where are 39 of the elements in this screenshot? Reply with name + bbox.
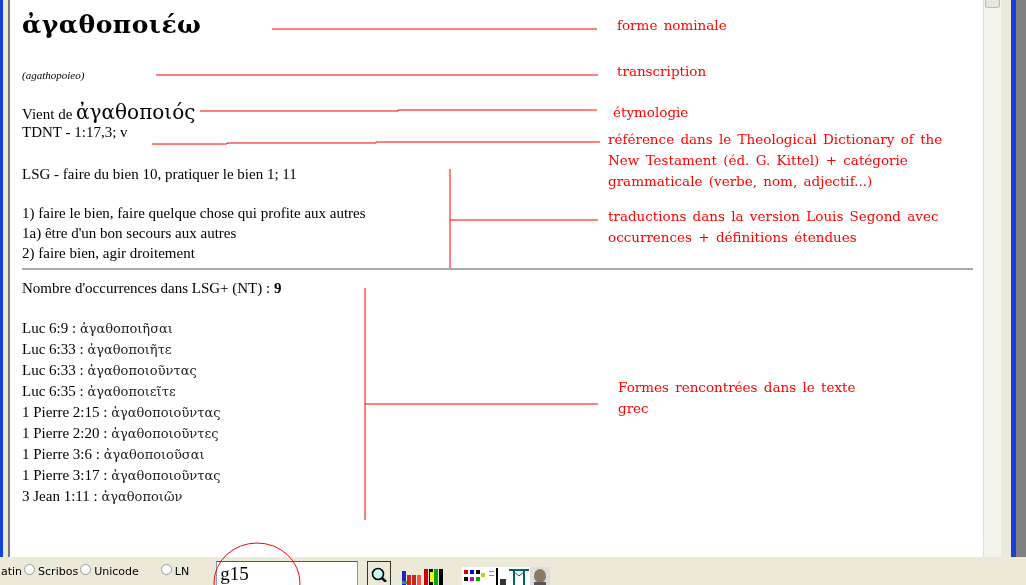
search-icon (370, 566, 389, 582)
search-button[interactable] (367, 561, 392, 585)
definition-text: 1a) être d'un bon secours aux autres (22, 224, 237, 243)
occurrence-line: Luc 6:33 : ἀγαθοποιοῦντας (22, 361, 197, 380)
annotation-text: étymologie (613, 103, 690, 122)
definition-text: 2) faire bien, agir droitement (22, 244, 195, 263)
lsg-translation: LSG - faire du bien 10, pratiquer le bien 1; 11 (22, 165, 297, 184)
etymology-text: Vient de ἀγαθοποιός (22, 100, 196, 122)
transcription-text: (agathopoieo) (22, 69, 85, 83)
radio-label[interactable]: LN (174, 565, 190, 578)
radio-label[interactable]: Unicode (94, 565, 139, 578)
occurrence-line: 1 Pierre 3:17 : ἀγαθοποιοῦντας (22, 466, 221, 485)
table-icon[interactable] (508, 567, 531, 585)
headword: ἀγαθοποιέω (22, 9, 202, 41)
annotation-text: Formes rencontrées dans le texte grec (618, 378, 857, 418)
search-field[interactable]: g15 (216, 561, 359, 585)
radio-label[interactable]: atin (1, 565, 23, 578)
occurrence-line: 1 Pierre 2:20 : ἀγαθοποιοῦντες (22, 424, 219, 443)
radio-button[interactable] (80, 564, 92, 575)
occurrence-line: 3 Jean 1:11 : ἀγαθοποιῶν (22, 487, 183, 506)
occurrence-line: 1 Pierre 2:15 : ἀγαθοποιοῦντας (22, 403, 221, 422)
annotation-text: référence dans le Theological Dictionary of the New Testament (éd. G. Kittel) + catégorie grammaticale (verbe, nom, adjectif...) (608, 130, 944, 191)
books-icon[interactable] (423, 567, 446, 585)
radio-button[interactable] (160, 564, 172, 575)
occurrence-line: Luc 6:33 : ἀγαθοποιῆτε (22, 340, 172, 359)
occurrence-count: Nombre d'occurrences dans LSG+ (NT) : 9 (22, 279, 282, 298)
occurrence-line: 1 Pierre 3:6 : ἀγαθοποιοῦσαι (22, 445, 205, 464)
scrollbar[interactable] (983, 0, 1001, 557)
occurrence-line: Luc 6:9 : ἀγαθοποιῆσαι (22, 319, 173, 338)
radio-label[interactable]: Scribos (38, 565, 79, 578)
symbols-icon[interactable] (462, 567, 487, 585)
annotation-text: traductions dans la version Louis Segond avec occurrences + définitions étendues (608, 207, 940, 247)
annotation-text: transcription (617, 62, 708, 81)
definition-text: 1) faire le bien, faire quelque chose qui profite aux autres (22, 204, 366, 223)
occurrence-line: Luc 6:35 : ἀγαθοποιεῖτε (22, 382, 176, 401)
portrait-icon[interactable] (530, 567, 551, 585)
tdnt-reference: TDNT - 1:17,3; v (22, 123, 128, 142)
radio-button[interactable] (24, 564, 36, 575)
annotation-text: forme nominale (617, 16, 728, 35)
